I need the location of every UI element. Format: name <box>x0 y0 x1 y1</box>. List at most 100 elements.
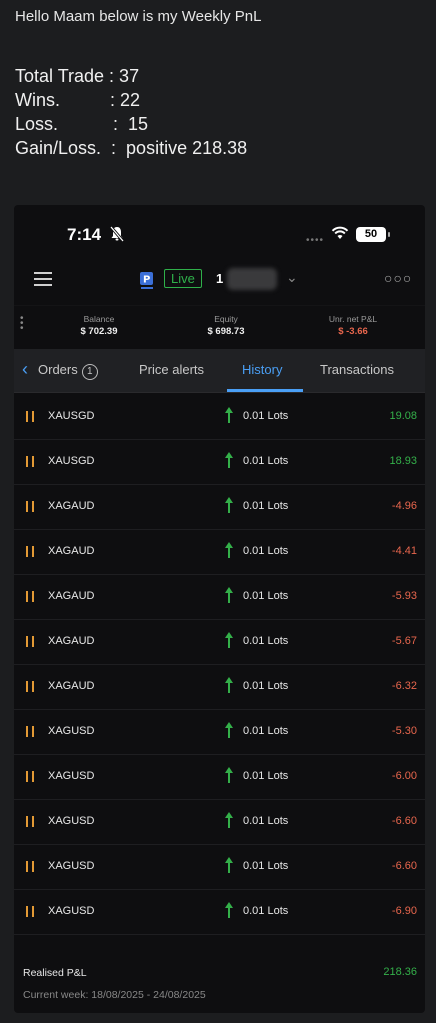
buy-arrow-up-icon <box>224 406 234 429</box>
trade-lots: 0.01 Lots <box>243 500 289 512</box>
app-bar: P Live 1 ⌄ ○○○ <box>14 263 425 305</box>
buy-arrow-up-icon <box>224 541 234 564</box>
trade-lots: 0.01 Lots <box>243 680 289 692</box>
realised-pnl-label: Realised P&L <box>23 967 87 979</box>
unrealised-pnl-value: $ -3.66 <box>338 326 368 337</box>
pause-icon <box>26 906 35 917</box>
balance-label: Balance <box>83 314 115 324</box>
trade-pnl: -6.60 <box>391 860 417 872</box>
trade-symbol: XAGUSD <box>48 905 95 917</box>
trade-lots: 0.01 Lots <box>243 860 289 872</box>
redacted-account <box>227 268 277 290</box>
unrealised-pnl-metric: Unr. net P&L $ -3.66 <box>303 314 403 337</box>
drag-handle-icon[interactable]: • • • <box>20 314 24 334</box>
signal-icon: •••• <box>306 235 325 246</box>
trade-pnl: -6.60 <box>391 815 417 827</box>
trade-pnl: -5.93 <box>391 590 417 602</box>
trade-lots: 0.01 Lots <box>243 770 289 782</box>
trade-row[interactable]: XAGUSD 0.01 Lots -5.30 <box>14 710 425 755</box>
trade-row[interactable]: XAGUSD 0.01 Lots -6.60 <box>14 845 425 890</box>
trade-lots: 0.01 Lots <box>243 410 289 422</box>
trade-row[interactable]: XAGAUD 0.01 Lots -5.93 <box>14 575 425 620</box>
trade-pnl: 18.93 <box>389 455 417 467</box>
chevron-down-icon[interactable]: ⌄ <box>286 269 298 286</box>
bell-off-icon <box>109 226 125 247</box>
pause-icon <box>26 726 35 737</box>
trade-pnl: -4.96 <box>391 500 417 512</box>
realised-pnl-footer: Realised P&L 218.36 Current week: 18/08/… <box>14 957 425 1013</box>
trade-history-list: XAUSGD 0.01 Lots 19.08 XAUSGD 0.01 Lots 18.93… <box>14 395 425 935</box>
tab-price-alerts[interactable]: Price alerts <box>139 362 204 377</box>
trade-pnl: 19.08 <box>389 410 417 422</box>
live-badge[interactable]: Live <box>164 269 202 288</box>
trade-symbol: XAUSGD <box>48 455 95 467</box>
buy-arrow-up-icon <box>224 496 234 519</box>
wifi-icon <box>331 226 349 245</box>
current-week-range: Current week: 18/08/2025 - 24/08/2025 <box>23 989 206 1001</box>
buy-arrow-up-icon <box>224 586 234 609</box>
broker-logo-icon: P <box>139 271 155 291</box>
trade-row[interactable]: XAGAUD 0.01 Lots -4.96 <box>14 485 425 530</box>
trade-pnl: -6.90 <box>391 905 417 917</box>
buy-arrow-up-icon <box>224 811 234 834</box>
status-time: 7:14 <box>67 225 102 244</box>
pause-icon <box>26 456 35 467</box>
balance-value: $ 702.39 <box>80 326 118 337</box>
pause-icon <box>26 546 35 557</box>
balance-metric: Balance $ 702.39 <box>49 314 149 337</box>
trade-row[interactable]: XAGAUD 0.01 Lots -4.41 <box>14 530 425 575</box>
unrealised-pnl-label: Unr. net P&L <box>328 314 378 324</box>
buy-arrow-up-icon <box>224 631 234 654</box>
pause-icon <box>26 816 35 827</box>
more-icon[interactable]: ○○○ <box>384 270 412 286</box>
pause-icon <box>26 591 35 602</box>
tab-orders[interactable]: Orders 1 <box>38 362 98 380</box>
trade-symbol: XAGUSD <box>48 725 95 737</box>
trade-pnl: -6.00 <box>391 770 417 782</box>
trade-row[interactable]: XAGUSD 0.01 Lots -6.60 <box>14 800 425 845</box>
buy-arrow-up-icon <box>224 856 234 879</box>
summary-wins: Wins. : 22 <box>15 90 141 110</box>
tab-bar: ‹ Orders 1 Price alerts History Transacti… <box>14 349 425 393</box>
svg-text:P: P <box>143 275 150 286</box>
trade-lots: 0.01 Lots <box>243 635 289 647</box>
trade-symbol: XAGUSD <box>48 860 95 872</box>
buy-arrow-up-icon <box>224 766 234 789</box>
trade-lots: 0.01 Lots <box>243 590 289 602</box>
pause-icon <box>26 681 35 692</box>
realised-pnl-value: 218.36 <box>383 966 417 978</box>
trade-row[interactable]: XAGAUD 0.01 Lots -6.32 <box>14 665 425 710</box>
menu-icon[interactable] <box>34 272 52 290</box>
trade-row[interactable]: XAGAUD 0.01 Lots -5.67 <box>14 620 425 665</box>
battery-icon: 50 <box>356 227 390 242</box>
trade-row[interactable]: XAGUSD 0.01 Lots -6.00 <box>14 755 425 800</box>
pause-icon <box>26 501 35 512</box>
summary-total-trade: Total Trade : 37 <box>15 66 140 86</box>
equity-metric: Equity $ 698.73 <box>176 314 276 337</box>
pnl-summary: Total Trade : 37 Wins. : 22 Loss. : 15 G… <box>15 64 247 160</box>
trade-pnl: -5.67 <box>391 635 417 647</box>
status-bar: 7:14 •••• 50 <box>14 205 425 263</box>
trade-lots: 0.01 Lots <box>243 455 289 467</box>
buy-arrow-up-icon <box>224 676 234 699</box>
trade-symbol: XAGAUD <box>48 500 95 512</box>
trade-row[interactable]: XAUSGD 0.01 Lots 19.08 <box>14 395 425 440</box>
trade-symbol: XAGAUD <box>48 545 95 557</box>
tab-history[interactable]: History <box>242 362 282 377</box>
trade-symbol: XAGUSD <box>48 770 95 782</box>
pause-icon <box>26 636 35 647</box>
phone-screenshot: 7:14 •••• 50 P Live 1 ⌄ ○○○ • • • Balance … <box>14 205 425 1013</box>
trade-row[interactable]: XAGUSD 0.01 Lots -6.90 <box>14 890 425 935</box>
summary-loss: Loss. : 15 <box>15 114 149 134</box>
trade-pnl: -6.32 <box>391 680 417 692</box>
buy-arrow-up-icon <box>224 901 234 924</box>
orders-count-badge: 1 <box>81 364 98 380</box>
message-greeting: Hello Maam below is my Weekly PnL <box>15 8 262 25</box>
trade-symbol: XAGAUD <box>48 680 95 692</box>
buy-arrow-up-icon <box>224 721 234 744</box>
tab-transactions[interactable]: Transactions <box>320 362 394 377</box>
trade-symbol: XAUSGD <box>48 410 95 422</box>
back-chevron-icon[interactable]: ‹ <box>22 359 28 380</box>
account-metrics: • • • Balance $ 702.39 Equity $ 698.73 Unr… <box>14 305 425 349</box>
trade-row[interactable]: XAUSGD 0.01 Lots 18.93 <box>14 440 425 485</box>
